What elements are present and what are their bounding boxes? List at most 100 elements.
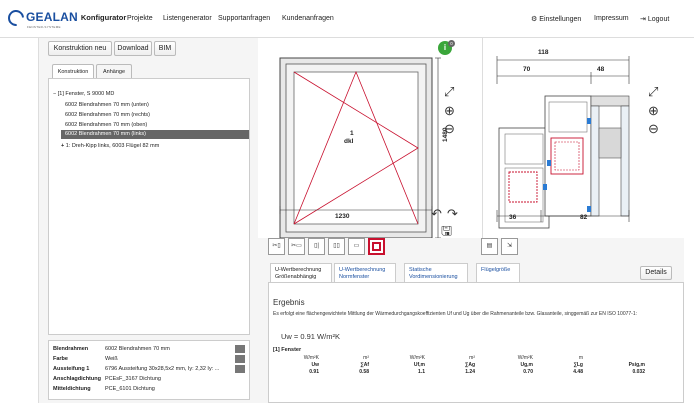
properties-panel: Blendrahmen 6002 Blendrahmen 70 mm Farbe…: [48, 340, 250, 400]
nav-listengenerator[interactable]: Listengenerator: [163, 15, 212, 22]
tab-anhaenge[interactable]: Anhänge: [96, 64, 132, 79]
prop-label-farbe: Farbe: [53, 356, 68, 362]
prop-value-aussteifung: 6796 Aussteifung 30x28,5x2 mm, Iy: 2,32 …: [105, 366, 220, 372]
result-label: Uw: [311, 362, 320, 368]
sash-type: dkl: [344, 138, 354, 145]
result-value: 4.48: [573, 369, 583, 375]
settings-link[interactable]: ⚙ Einstellungen: [531, 15, 581, 23]
gear-icon: ⚙: [531, 16, 538, 23]
result-unit: m²: [363, 355, 369, 361]
tab-label: Größenabhängig: [275, 274, 317, 280]
tab-konstruktion[interactable]: Konstruktion: [52, 64, 94, 79]
result-label: Uf,m: [413, 362, 425, 368]
tree-item-right[interactable]: 6002 Blendrahmen 70 mm (rechts): [65, 111, 150, 119]
settings-label: Einstellungen: [539, 16, 582, 23]
result-unit: m: [578, 355, 583, 361]
collapse-icon[interactable]: −: [53, 91, 56, 97]
tab-fluegelgroesse[interactable]: Flügelgröße: [476, 263, 520, 283]
profile-section-drawing[interactable]: [483, 38, 685, 238]
uw-result: Uw = 0.91 W/m²K: [281, 332, 340, 341]
prop-label-blendrahmen: Blendrahmen: [53, 346, 89, 352]
gealan-logo[interactable]: GEALAN Konfigurator FENSTER-SYSTEME: [4, 6, 127, 30]
zoom-in-icon[interactable]: ⊕: [648, 104, 659, 117]
tool-mullion[interactable]: ▯|: [308, 238, 325, 255]
tab-uwert-size[interactable]: U-Wertberechnung Größenabhängig: [270, 263, 332, 283]
fit-screen-icon[interactable]: ⤢: [444, 85, 454, 98]
tool-sash[interactable]: ▭: [348, 238, 365, 255]
prop-edit-button[interactable]: [235, 345, 245, 353]
section-dim-bottom-right: 82: [580, 214, 588, 221]
redo-icon[interactable]: ↷: [447, 207, 458, 220]
bim-button[interactable]: BIM: [154, 41, 176, 56]
expand-icon[interactable]: +: [61, 143, 64, 149]
tree-root-label: [1] Fenster, S 9000 MD: [57, 91, 115, 97]
tree-item-left-selected[interactable]: 6002 Blendrahmen 70 mm (links): [61, 130, 249, 139]
result-value: 0.91: [309, 369, 319, 375]
zoom-out-icon[interactable]: ⊖: [648, 122, 659, 135]
tab-statik[interactable]: Statische Vordimensionierung: [404, 263, 468, 283]
nav-kundenanfragen[interactable]: Kundenanfragen: [282, 15, 334, 22]
section-dim-sash: 48: [597, 66, 605, 73]
tab-label: Statische: [409, 267, 432, 273]
width-dimension: 1230: [335, 213, 350, 220]
result-title: Ergebnis: [273, 298, 305, 307]
tab-label: U-Wertberechnung: [339, 267, 386, 273]
logout-icon: ⇥: [640, 16, 646, 23]
fit-screen-icon[interactable]: ⤢: [648, 85, 658, 98]
tree-item-top[interactable]: 6002 Blendrahmen 70 mm (oben): [65, 121, 147, 129]
imprint-link[interactable]: Impressum: [594, 15, 629, 22]
result-unit: m²: [469, 355, 475, 361]
result-label: Psig,m: [628, 362, 645, 368]
zoom-in-icon[interactable]: ⊕: [444, 104, 455, 117]
nav-supportanfragen[interactable]: Supportanfragen: [218, 15, 270, 22]
prop-value-anschlagdichtung: PCEsF_3167 Dichtung: [105, 376, 161, 382]
result-value: 1.1: [418, 369, 425, 375]
undo-icon[interactable]: ↶: [431, 207, 442, 220]
calculation-result-panel: Ergebnis Es erfolgt eine flächengewichte…: [268, 282, 684, 403]
construction-tree: − [1] Fenster, S 9000 MD 6002 Blendrahme…: [48, 78, 250, 335]
tab-label: Flügelgröße: [481, 267, 511, 273]
prop-label-mitteldichtung: Mitteldichtung: [53, 386, 91, 392]
zoom-out-icon[interactable]: ⊖: [444, 122, 455, 135]
tool-split-horizontal[interactable]: ✂▭: [288, 238, 305, 255]
prop-value-blendrahmen: 6002 Blendrahmen 70 mm: [105, 346, 170, 352]
prop-edit-button[interactable]: [235, 355, 245, 363]
section-dim-bottom-left: 36: [509, 214, 517, 221]
logo-brand: GEALAN: [26, 10, 78, 24]
new-construction-button[interactable]: Konstruktion neu: [48, 41, 112, 56]
tool-export-section[interactable]: ⇲: [501, 238, 518, 255]
tab-label: U-Wertberechnung: [275, 267, 322, 273]
notification-count: 0: [448, 40, 455, 47]
logout-label: Logout: [647, 16, 670, 23]
tree-root-item[interactable]: − [1] Fenster, S 9000 MD: [53, 90, 114, 98]
prop-label-anschlagdichtung: Anschlagdichtung: [53, 376, 101, 382]
download-button[interactable]: Download: [114, 41, 152, 56]
top-navigation: GEALAN Konfigurator FENSTER-SYSTEME Proj…: [0, 0, 694, 38]
result-label: ∑Lg: [573, 362, 583, 368]
tab-label: Vordimensionierung: [409, 274, 458, 280]
result-value: 0.032: [632, 369, 645, 375]
tool-print-section[interactable]: ▤: [481, 238, 498, 255]
nav-projekte[interactable]: Projekte: [127, 15, 153, 22]
tool-frame-color[interactable]: [368, 238, 385, 255]
tool-split-vertical[interactable]: ✂▯: [268, 238, 285, 255]
tree-child-item[interactable]: + 1: Dreh-Kipp links, 6003 Flügel 82 mm: [61, 142, 159, 150]
prop-edit-button[interactable]: [235, 365, 245, 373]
result-value: 0.70: [523, 369, 533, 375]
result-section-title: [1] Fenster: [273, 347, 302, 353]
result-unit: W/m²K: [409, 355, 425, 361]
details-button[interactable]: Details: [640, 266, 672, 280]
result-description: Es erfolgt eine flächengewichtete Mittlu…: [273, 311, 637, 317]
tab-uwert-norm[interactable]: U-Wertberechnung Normfenster: [334, 263, 396, 283]
tree-item-bottom[interactable]: 6002 Blendrahmen 70 mm (unten): [65, 101, 149, 109]
logout-link[interactable]: ⇥ Logout: [640, 15, 669, 23]
section-dim-total: 118: [538, 49, 549, 56]
result-value: 0.58: [359, 369, 369, 375]
result-unit: W/m²K: [303, 355, 319, 361]
prop-value-farbe: Weiß: [105, 356, 118, 362]
result-value: 1.24: [465, 369, 475, 375]
tool-transom[interactable]: ▯▯: [328, 238, 345, 255]
result-label: Ug,m: [520, 362, 534, 368]
app-name: Konfigurator: [80, 13, 127, 22]
save-icon[interactable]: 🖫: [441, 224, 452, 237]
